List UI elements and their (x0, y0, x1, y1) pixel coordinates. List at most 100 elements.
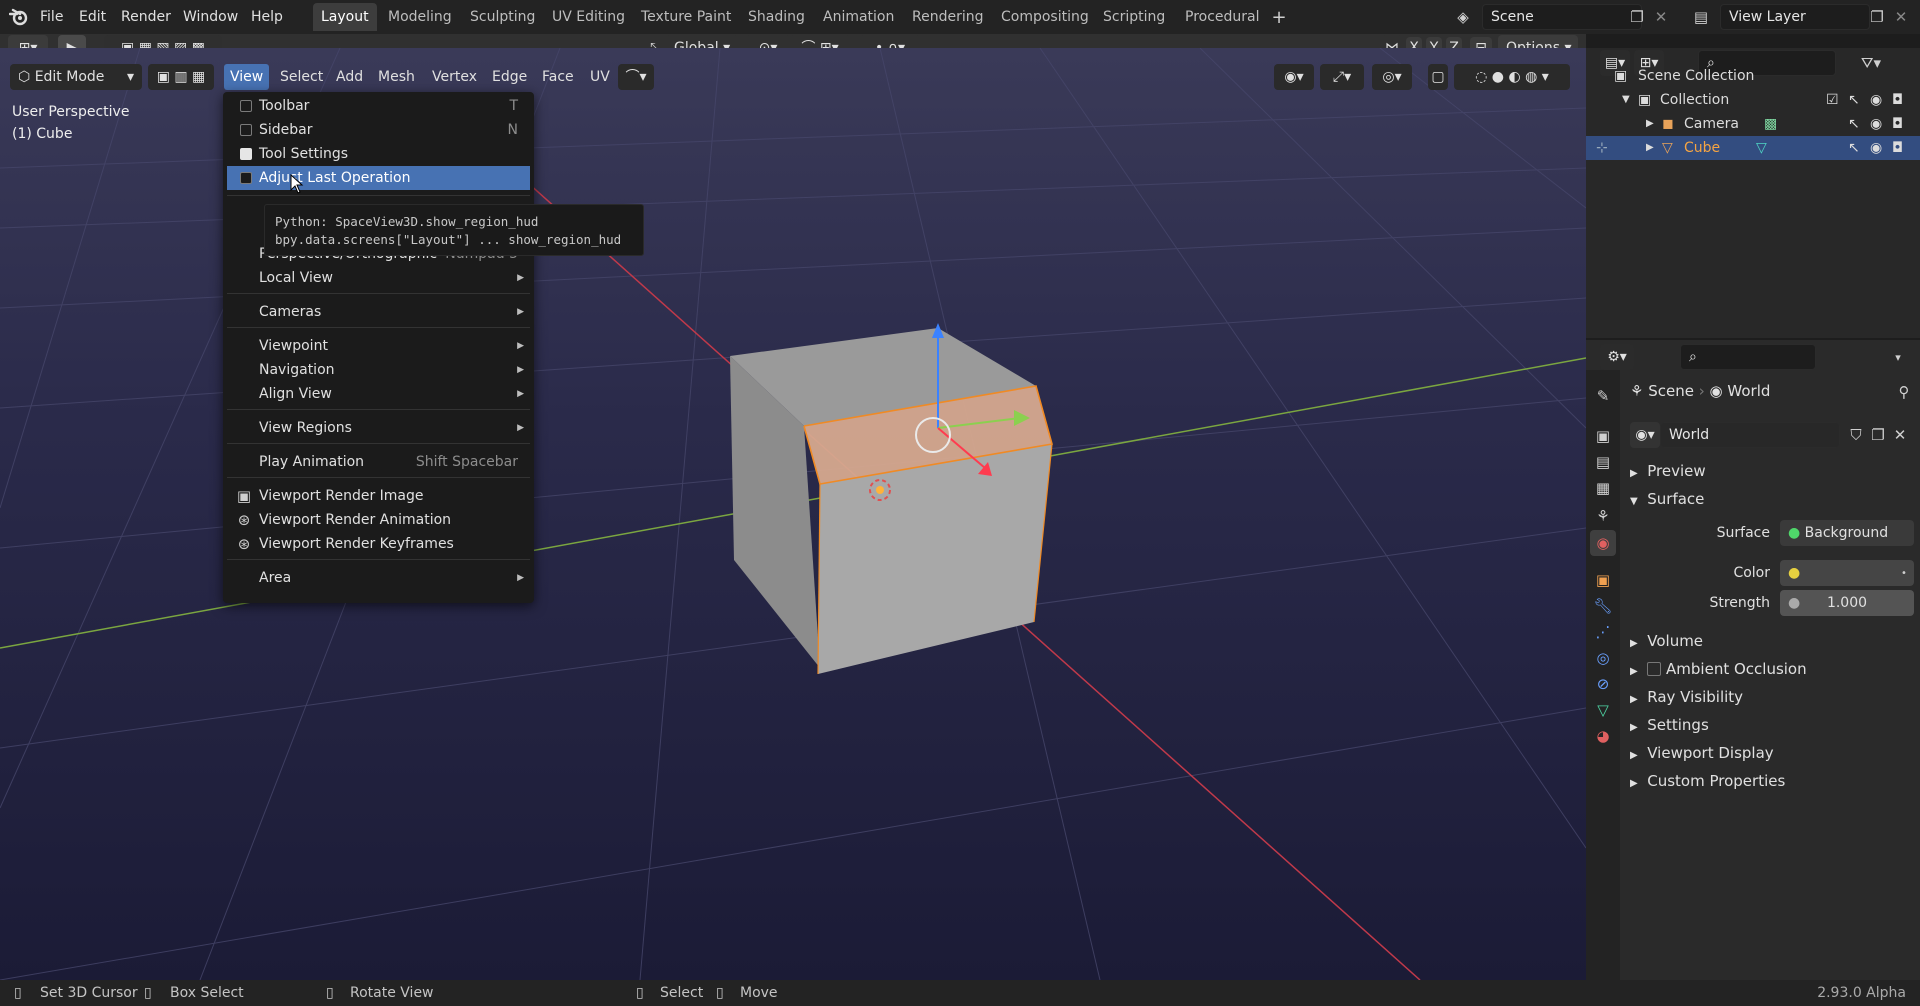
visibility-icon[interactable]: ◉▾ (1274, 64, 1314, 90)
panel-viewport-display[interactable]: ▶ Viewport Display (1630, 740, 1774, 766)
blender-logo-icon[interactable] (8, 6, 30, 28)
view-layer-tab-icon[interactable]: ▦ (1593, 478, 1613, 498)
tab-procedural[interactable]: Procedural (1177, 3, 1268, 31)
menu-render[interactable]: Render (115, 5, 177, 29)
menu-add[interactable]: Add (330, 64, 369, 90)
panel-ray-visibility[interactable]: ▶ Ray Visibility (1630, 684, 1743, 710)
constraints-tab-icon[interactable]: ⊘ (1593, 674, 1613, 694)
tool-settings-checkbox[interactable] (240, 148, 252, 160)
menu-uv[interactable]: UV (584, 64, 616, 90)
menu-face[interactable]: Face (536, 64, 580, 90)
menu-edit[interactable]: Edit (73, 5, 112, 29)
modifier-tab-icon[interactable]: 🔧︎ (1593, 596, 1613, 616)
tab-animation[interactable]: Animation (815, 3, 902, 31)
edit-mode-icon[interactable]: ⊹ (1596, 136, 1608, 160)
select-restrict-icon[interactable]: ↖ (1848, 88, 1860, 112)
properties-search-input[interactable]: ⌕ (1680, 344, 1816, 370)
gizmo-icon[interactable]: ⤢▾ (1320, 64, 1364, 90)
color-field[interactable]: ● (1780, 560, 1914, 586)
overlay-icon[interactable]: ◎▾ (1372, 64, 1412, 90)
world-tab-icon[interactable]: ◉ (1590, 530, 1616, 556)
world-browse-icon[interactable]: ◉▾ (1630, 422, 1660, 448)
menu-item-render-keyframes[interactable]: ⊛ Viewport Render Keyframes (227, 532, 530, 556)
particles-tab-icon[interactable]: ⋰ (1593, 622, 1613, 642)
panel-volume[interactable]: ▶ Volume (1630, 628, 1703, 654)
tab-uv-editing[interactable]: UV Editing (544, 3, 633, 31)
eye-icon[interactable]: ◉ (1870, 88, 1882, 112)
delete-scene-icon[interactable]: ✕ (1652, 6, 1670, 28)
menu-view[interactable]: View (224, 64, 270, 90)
strength-field[interactable]: ● 1.000 (1780, 590, 1914, 616)
menu-item-toolbar[interactable]: Toolbar T (227, 94, 530, 118)
add-workspace-icon[interactable]: + (1268, 6, 1290, 28)
expand-arrow-icon[interactable]: ▶ (1646, 112, 1654, 136)
tab-shading[interactable]: Shading (740, 3, 813, 31)
object-tab-icon[interactable]: ▣ (1593, 570, 1613, 590)
panel-surface[interactable]: ▼ Surface (1630, 486, 1704, 512)
material-tab-icon[interactable]: ◕ (1593, 726, 1613, 746)
menu-help[interactable]: Help (245, 5, 289, 29)
tab-scripting[interactable]: Scripting (1095, 3, 1173, 31)
expand-arrow-icon[interactable]: ▶ (1646, 136, 1654, 160)
menu-item-align-view[interactable]: Align View ▶ (227, 382, 530, 406)
data-tab-icon[interactable]: ▽ (1593, 700, 1613, 720)
xray-icon[interactable]: ▢ (1428, 64, 1448, 90)
outliner-row-cube[interactable]: ⊹ ▶ ▽ Cube ▽ ↖ ◉ ◘ (1586, 136, 1920, 160)
adjust-last-op-checkbox[interactable] (240, 172, 252, 184)
panel-preview[interactable]: ▶ Preview (1630, 458, 1706, 484)
sidebar-checkbox[interactable] (240, 124, 252, 136)
unlink-world-icon[interactable]: ✕ (1890, 424, 1910, 446)
menu-item-navigation[interactable]: Navigation ▶ (227, 358, 530, 382)
fake-user-icon[interactable]: ⛉ (1846, 424, 1866, 446)
eye-icon[interactable]: ◉ (1870, 112, 1882, 136)
menu-item-render-image[interactable]: ▣ Viewport Render Image (227, 484, 530, 508)
pin-icon[interactable]: ⚲ (1894, 382, 1914, 402)
menu-item-viewpoint[interactable]: Viewpoint ▶ (227, 334, 530, 358)
camera-render-icon[interactable]: ◘ (1892, 112, 1903, 136)
menu-item-adjust-last-operation[interactable]: Adjust Last Operation (227, 166, 530, 190)
mode-dropdown[interactable]: ⬡ Edit Mode ▾ (10, 64, 142, 90)
outliner-row-scene-collection[interactable]: ▣ Scene Collection (1586, 64, 1920, 88)
output-tab-icon[interactable]: ▤ (1593, 452, 1613, 472)
view-layer-field[interactable]: View Layer (1720, 4, 1870, 30)
camera-render-icon[interactable]: ◘ (1892, 136, 1903, 160)
physics-tab-icon[interactable]: ◎ (1593, 648, 1613, 668)
select-mode-toggles[interactable]: ▣ ▥ ▦ (148, 64, 214, 90)
menu-item-area[interactable]: Area ▶ (227, 566, 530, 590)
menu-item-render-animation[interactable]: ⊛ Viewport Render Animation (227, 508, 530, 532)
camera-render-icon[interactable]: ◘ (1892, 88, 1903, 112)
menu-window[interactable]: Window (177, 5, 244, 29)
keyframe-dot-icon[interactable]: • (1898, 564, 1910, 582)
menu-vertex[interactable]: Vertex (426, 64, 483, 90)
new-world-icon[interactable]: ❐ (1868, 424, 1888, 446)
collapse-arrow-icon[interactable]: ▼ (1622, 88, 1630, 112)
render-tab-icon[interactable]: ▣ (1593, 426, 1613, 446)
menu-item-cameras[interactable]: Cameras ▶ (227, 300, 530, 324)
menu-mesh[interactable]: Mesh (372, 64, 421, 90)
outliner-row-collection[interactable]: ▼ ▣ Collection ☑ ↖ ◉ ◘ (1586, 88, 1920, 112)
properties-editor-icon[interactable]: ⚙▾ (1600, 344, 1634, 370)
eye-icon[interactable]: ◉ (1870, 136, 1882, 160)
tab-compositing[interactable]: Compositing (993, 3, 1097, 31)
menu-item-view-regions[interactable]: View Regions ▶ (227, 416, 530, 440)
new-scene-icon[interactable]: ❐ (1628, 6, 1646, 28)
world-name-field[interactable]: World (1660, 422, 1840, 448)
select-restrict-icon[interactable]: ↖ (1848, 136, 1860, 160)
menu-select[interactable]: Select (274, 64, 329, 90)
menu-file[interactable]: File (34, 5, 69, 29)
menu-item-sidebar[interactable]: Sidebar N (227, 118, 530, 142)
delete-view-layer-icon[interactable]: ✕ (1892, 6, 1910, 28)
menu-item-local-view[interactable]: Local View ▶ (227, 266, 530, 290)
panel-settings[interactable]: ▶ Settings (1630, 712, 1709, 738)
panel-ambient-occlusion[interactable]: ▶ Ambient Occlusion (1630, 656, 1807, 682)
tab-texture-paint[interactable]: Texture Paint (633, 3, 739, 31)
tab-sculpting[interactable]: Sculpting (462, 3, 543, 31)
tab-layout[interactable]: Layout (313, 3, 377, 31)
scene-tab-icon[interactable]: ⚘ (1593, 506, 1613, 526)
surface-shader-field[interactable]: ● Background (1780, 520, 1914, 546)
shading-mode-icons[interactable]: ◌ ● ◐ ◍ ▾ (1454, 64, 1570, 90)
select-restrict-icon[interactable]: ↖ (1848, 112, 1860, 136)
outliner-row-camera[interactable]: ▶ ◼ Camera ▩ ↖ ◉ ◘ (1586, 112, 1920, 136)
toolbar-checkbox[interactable] (240, 100, 252, 112)
scene-field[interactable]: Scene (1482, 4, 1642, 30)
